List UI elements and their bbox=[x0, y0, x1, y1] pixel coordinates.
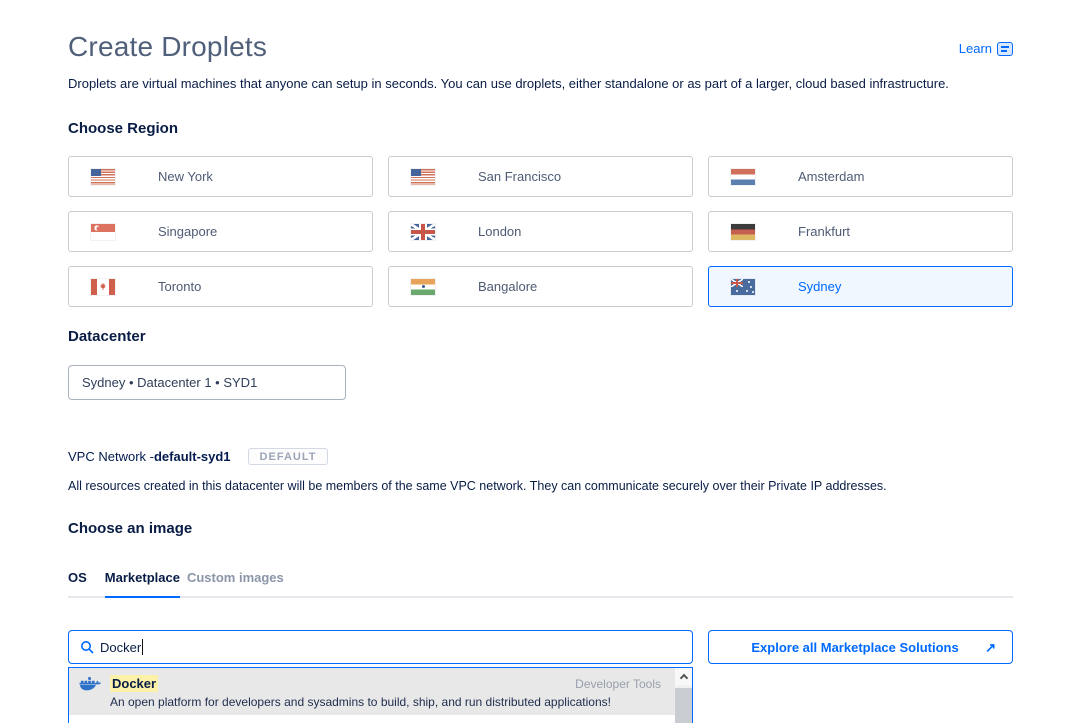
scroll-up-button[interactable] bbox=[675, 668, 692, 685]
result-name: Docker bbox=[110, 676, 158, 691]
region-card-singapore[interactable]: Singapore bbox=[68, 211, 373, 252]
flag-canada-icon bbox=[91, 279, 115, 295]
vpc-network-row: VPC Network - default-syd1 DEFAULT bbox=[68, 448, 1013, 465]
scrollbar-thumb[interactable] bbox=[675, 688, 692, 723]
result-item-docker[interactable]: Docker Developer Tools An open platform … bbox=[69, 668, 675, 715]
text-cursor bbox=[142, 639, 143, 655]
flag-india-icon bbox=[411, 279, 435, 295]
search-results-dropdown: Docker Developer Tools An open platform … bbox=[68, 667, 693, 723]
region-card-bangalore[interactable]: Bangalore bbox=[388, 266, 693, 307]
datacenter-select[interactable]: Sydney • Datacenter 1 • SYD1 bbox=[68, 365, 346, 400]
marketplace-search-row: Docker Explore all Marketplace Solutions… bbox=[68, 630, 1013, 664]
flag-netherlands-icon bbox=[731, 169, 755, 185]
search-icon bbox=[80, 640, 94, 654]
region-label: Frankfurt bbox=[798, 224, 850, 239]
result-description: An open platform for developers and sysa… bbox=[110, 695, 665, 709]
result-item-header: Docker Developer Tools bbox=[79, 675, 665, 692]
default-badge: DEFAULT bbox=[248, 448, 329, 465]
search-input[interactable]: Docker bbox=[68, 630, 693, 664]
region-label: Toronto bbox=[158, 279, 201, 294]
region-card-london[interactable]: London bbox=[388, 211, 693, 252]
tab-os[interactable]: OS bbox=[68, 570, 87, 596]
region-grid: New York San Francisco Amsterdam Singapo… bbox=[68, 156, 1013, 307]
region-label: Sydney bbox=[798, 279, 841, 294]
docker-whale-icon bbox=[79, 675, 101, 692]
flag-us-icon bbox=[411, 169, 435, 185]
tab-marketplace[interactable]: Marketplace bbox=[105, 570, 180, 598]
flag-germany-icon bbox=[731, 224, 755, 240]
page-description: Droplets are virtual machines that anyon… bbox=[68, 76, 1013, 91]
flag-singapore-icon bbox=[91, 224, 115, 240]
explore-button-label: Explore all Marketplace Solutions bbox=[725, 640, 985, 655]
region-card-frankfurt[interactable]: Frankfurt bbox=[708, 211, 1013, 252]
result-category: Developer Tools bbox=[575, 677, 665, 691]
vpc-description: All resources created in this datacenter… bbox=[68, 479, 1013, 493]
tab-custom-images[interactable]: Custom images bbox=[187, 570, 284, 596]
learn-link-label: Learn bbox=[959, 41, 992, 56]
flag-us-icon bbox=[91, 169, 115, 185]
flag-australia-icon bbox=[731, 279, 755, 295]
chevron-up-icon bbox=[679, 674, 687, 682]
arrow-up-right-icon: ↗ bbox=[985, 641, 996, 654]
region-card-amsterdam[interactable]: Amsterdam bbox=[708, 156, 1013, 197]
region-card-sydney-selected[interactable]: Sydney bbox=[708, 266, 1013, 307]
region-label: New York bbox=[158, 169, 213, 184]
region-label: San Francisco bbox=[478, 169, 561, 184]
vpc-network-label: VPC Network - bbox=[68, 449, 154, 464]
explore-marketplace-button[interactable]: Explore all Marketplace Solutions ↗ bbox=[708, 630, 1013, 664]
search-input-value: Docker bbox=[100, 640, 141, 655]
create-droplets-page: Create Droplets Learn Droplets are virtu… bbox=[0, 0, 1073, 723]
region-card-new-york[interactable]: New York bbox=[68, 156, 373, 197]
region-label: Bangalore bbox=[478, 279, 537, 294]
page-title: Create Droplets bbox=[68, 31, 267, 63]
flag-uk-icon bbox=[411, 224, 435, 240]
page-header: Create Droplets Learn bbox=[68, 0, 1013, 63]
region-card-san-francisco[interactable]: San Francisco bbox=[388, 156, 693, 197]
image-source-tabs: OS Marketplace Custom images bbox=[68, 570, 1013, 598]
vpc-network-name: default-syd1 bbox=[154, 449, 231, 464]
tutorial-doc-icon bbox=[997, 42, 1013, 56]
datacenter-selected-value: Sydney • Datacenter 1 • SYD1 bbox=[82, 375, 257, 390]
choose-image-heading: Choose an image bbox=[68, 520, 1013, 537]
region-label: Singapore bbox=[158, 224, 217, 239]
datacenter-heading: Datacenter bbox=[68, 328, 1013, 345]
region-label: London bbox=[478, 224, 521, 239]
region-card-toronto[interactable]: Toronto bbox=[68, 266, 373, 307]
search-match-highlight: Docker bbox=[110, 675, 158, 692]
choose-region-heading: Choose Region bbox=[68, 120, 1013, 137]
learn-link[interactable]: Learn bbox=[959, 41, 1013, 56]
region-label: Amsterdam bbox=[798, 169, 864, 184]
dropdown-scrollbar[interactable] bbox=[675, 668, 692, 723]
